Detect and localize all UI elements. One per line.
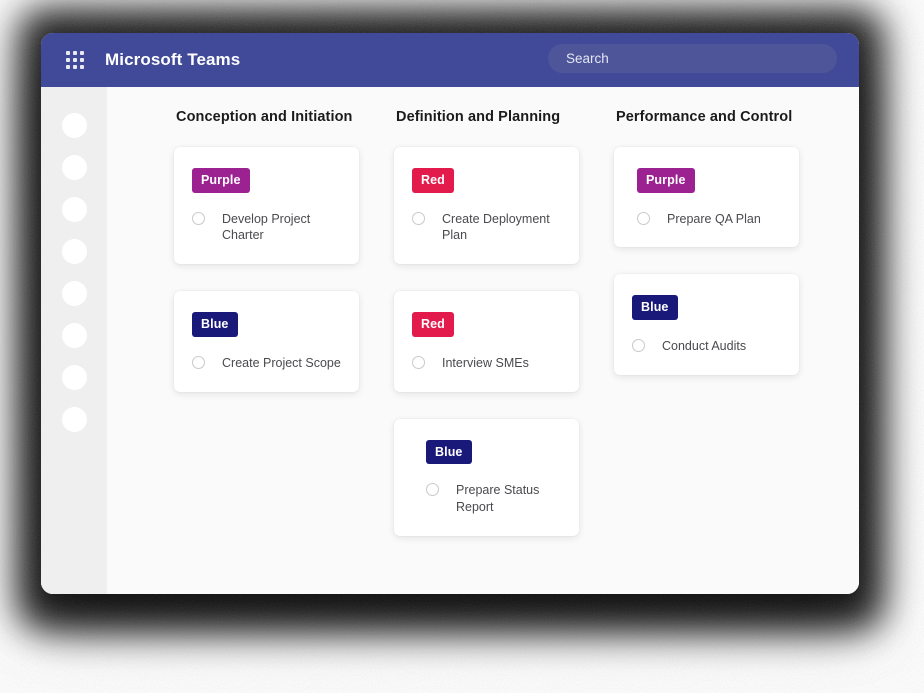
waffle-dot [80,58,84,62]
waffle-dot [66,65,70,69]
waffle-dot [80,65,84,69]
task-checkbox-icon[interactable] [637,211,650,225]
task-label: Create Deployment Plan [442,211,550,243]
window-body: Conception and Initiation Purple Develop… [41,87,859,594]
task-card[interactable]: Blue Create Project Scope [174,291,359,392]
task-label: Conduct Audits [662,338,747,353]
task-card[interactable]: Red Create Deployment Plan [394,147,579,265]
waffle-dot [66,51,70,55]
sidebar-item-4[interactable] [61,239,87,264]
kanban-column-conception-and-initiation: Conception and Initiation Purple Develop… [129,109,359,563]
grid-apps-icon[interactable] [66,51,84,69]
status-badge[interactable]: Purple [192,168,250,193]
task-card[interactable]: Blue Prepare Status Report [394,418,579,536]
task-checkbox-icon[interactable] [192,355,205,369]
task-checkbox-icon[interactable] [632,338,645,352]
sidebar-item-7[interactable] [61,365,87,390]
waffle-dot [73,65,77,69]
status-badge[interactable]: Red [412,312,454,337]
task-label: Interview SMEs [442,355,529,370]
task-row: Prepare Status Report [426,482,561,516]
sidebar-rail [41,87,107,594]
kanban-columns: Conception and Initiation Purple Develop… [107,109,859,563]
kanban-column-definition-and-planning: Definition and Planning Red Create Deplo… [349,109,579,563]
task-row: Prepare QA Plan [637,211,781,228]
column-title: Performance and Control [616,109,793,125]
kanban-board: Conception and Initiation Purple Develop… [107,87,859,594]
sidebar-item-8[interactable] [61,407,87,432]
waffle-dot [73,58,77,62]
task-checkbox-icon[interactable] [192,211,205,225]
sidebar-item-5[interactable] [61,281,87,306]
kanban-column-performance-and-control: Performance and Control Purple Prepare Q… [569,109,799,563]
task-card[interactable]: Red Interview SMEs [394,291,579,392]
column-title: Definition and Planning [396,109,561,125]
task-row: Develop Project Charter [192,211,341,245]
waffle-dot [66,58,70,62]
column-title: Conception and Initiation [176,109,353,125]
task-card[interactable]: Blue Conduct Audits [614,274,799,375]
task-card[interactable]: Purple Develop Project Charter [174,147,359,265]
task-label: Create Project Scope [222,355,341,370]
status-badge[interactable]: Red [412,168,454,193]
status-badge[interactable]: Blue [192,312,238,337]
task-checkbox-icon[interactable] [412,355,425,369]
search-input[interactable] [548,44,837,73]
status-badge[interactable]: Purple [637,168,695,193]
sidebar-item-2[interactable] [61,155,87,180]
sidebar-item-3[interactable] [61,197,87,222]
task-label: Develop Project Charter [222,211,311,243]
sidebar-item-1[interactable] [61,113,87,138]
task-row: Conduct Audits [632,338,781,355]
task-row: Interview SMEs [412,355,561,372]
app-title: Microsoft Teams [105,50,241,69]
task-row: Create Project Scope [192,355,341,372]
task-card[interactable]: Purple Prepare QA Plan [614,147,799,248]
status-badge[interactable]: Blue [632,295,678,320]
status-badge[interactable]: Blue [426,439,472,465]
sidebar-item-6[interactable] [61,323,87,348]
task-checkbox-icon[interactable] [426,483,439,497]
task-row: Create Deployment Plan [412,211,561,245]
search-container [548,44,837,73]
task-label: Prepare QA Plan [667,211,761,226]
app-window: Microsoft Teams Conception and Initiatio… [41,33,859,594]
app-header-bar: Microsoft Teams [41,33,859,87]
task-label: Prepare Status Report [456,483,540,514]
waffle-dot [73,51,77,55]
waffle-dot [80,51,84,55]
task-checkbox-icon[interactable] [412,211,425,225]
